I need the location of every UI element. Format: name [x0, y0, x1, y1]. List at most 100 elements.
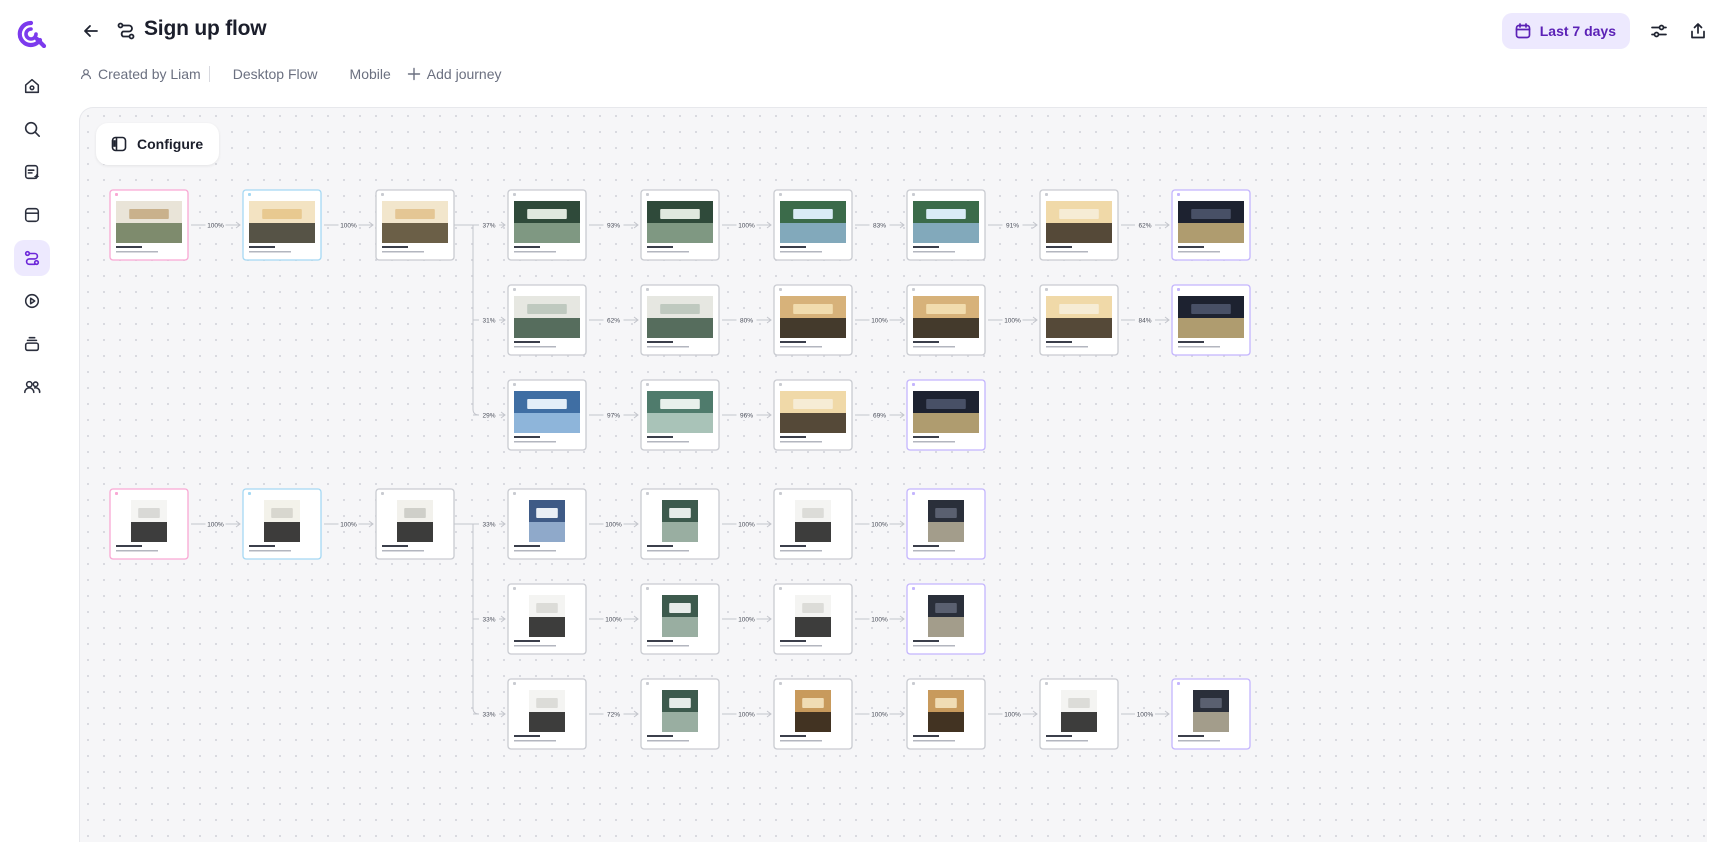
journey-step-desktop-1-2[interactable]	[773, 284, 853, 356]
play-icon	[24, 293, 40, 309]
journey-step-desktop-0-2[interactable]	[773, 189, 853, 261]
sidebar-item-search[interactable]	[14, 111, 50, 147]
screen-thumbnail-card	[138, 508, 160, 518]
category-dot	[115, 193, 118, 196]
screen-thumbnail-card	[536, 603, 558, 613]
screen-thumbnail-ground	[662, 617, 698, 637]
journey-step-mobile-2-2[interactable]	[773, 678, 853, 750]
meta-line	[382, 251, 424, 253]
entry-screen-mobile-1[interactable]	[242, 488, 322, 560]
journey-step-mobile-0-1[interactable]	[640, 488, 720, 560]
journey-step-mobile-0-0[interactable]	[507, 488, 587, 560]
journey-step-desktop-1-5[interactable]	[1171, 284, 1251, 356]
filter-button[interactable]	[1648, 20, 1670, 42]
category-dot	[1177, 288, 1180, 291]
filter-icon	[1651, 24, 1667, 38]
journey-step-desktop-0-3[interactable]	[906, 189, 986, 261]
journey-step-desktop-0-0[interactable]	[507, 189, 587, 261]
journey-step-desktop-2-0[interactable]	[507, 379, 587, 451]
journey-step-mobile-1-2[interactable]	[773, 583, 853, 655]
journey-step-desktop-1-1[interactable]	[640, 284, 720, 356]
caption-line	[249, 246, 275, 248]
meta-line	[116, 251, 158, 253]
conversion-rate-label: 91%	[1006, 223, 1019, 230]
journey-step-mobile-2-5[interactable]	[1171, 678, 1251, 750]
tab-mobile[interactable]: Mobile	[350, 66, 391, 82]
screen-thumbnail-card	[527, 209, 567, 219]
journey-step-desktop-0-5[interactable]	[1171, 189, 1251, 261]
journey-step-mobile-0-2[interactable]	[773, 488, 853, 560]
conversion-rate-label: 97%	[607, 413, 620, 420]
caption-line	[913, 436, 939, 438]
journey-step-desktop-1-3[interactable]	[906, 284, 986, 356]
panel-icon	[111, 136, 127, 152]
plus-icon	[407, 67, 420, 81]
screen-thumbnail-card	[660, 209, 700, 219]
configure-button[interactable]: Configure	[96, 123, 220, 165]
meta-line	[647, 441, 689, 443]
conversion-rate-label: 100%	[871, 318, 888, 325]
sidebar-item-dashboard[interactable]	[14, 197, 50, 233]
category-dot	[779, 492, 782, 495]
tab-desktop-flow[interactable]: Desktop Flow	[233, 66, 318, 82]
journey-step-desktop-2-3[interactable]	[906, 379, 986, 451]
journey-step-desktop-0-1[interactable]	[640, 189, 720, 261]
entry-screen-mobile-2[interactable]	[375, 488, 455, 560]
entry-screen-desktop-0[interactable]	[109, 189, 189, 261]
screen-thumbnail-card	[129, 209, 169, 219]
share-button[interactable]	[1687, 20, 1709, 42]
caption-line	[514, 436, 540, 438]
sidebar-item-journeys[interactable]	[14, 240, 50, 276]
journey-canvas[interactable]: 100% 100% 37% 93% 100% 83% 91% 62% 31% 62% 80% 100%…	[79, 107, 1707, 842]
conversion-rate-label: 100%	[605, 617, 622, 624]
journey-step-mobile-0-3[interactable]	[906, 488, 986, 560]
screen-thumbnail-ground	[1046, 318, 1112, 338]
screen-thumbnail-card	[1059, 304, 1099, 314]
category-dot	[513, 587, 516, 590]
sidebar-item-library[interactable]	[14, 326, 50, 362]
caption-line	[514, 545, 540, 547]
brand-logo-icon[interactable]	[17, 20, 47, 48]
journey-step-mobile-2-4[interactable]	[1039, 678, 1119, 750]
category-dot	[912, 193, 915, 196]
date-range-button[interactable]: Last 7 days	[1501, 13, 1630, 49]
screen-thumbnail-card	[793, 209, 833, 219]
journey-step-desktop-1-4[interactable]	[1039, 284, 1119, 356]
journey-step-mobile-1-3[interactable]	[906, 583, 986, 655]
journey-step-desktop-0-4[interactable]	[1039, 189, 1119, 261]
conversion-rate-label: 100%	[207, 522, 224, 529]
screen-thumbnail-ground	[928, 522, 964, 542]
journey-step-desktop-2-2[interactable]	[773, 379, 853, 451]
journey-step-mobile-2-0[interactable]	[507, 678, 587, 750]
conversion-rate-label: 62%	[1138, 223, 1151, 230]
screen-thumbnail-ground	[1178, 318, 1244, 338]
caption-line	[249, 545, 275, 547]
caption-line	[913, 735, 939, 737]
sidebar-item-replays[interactable]	[14, 283, 50, 319]
entry-screen-desktop-2[interactable]	[375, 189, 455, 261]
screen-thumbnail-card	[793, 304, 833, 314]
category-dot	[646, 383, 649, 386]
add-journey-button[interactable]: Add journey	[407, 66, 502, 82]
journey-step-desktop-2-1[interactable]	[640, 379, 720, 451]
journey-step-desktop-1-0[interactable]	[507, 284, 587, 356]
sidebar-item-users[interactable]	[14, 369, 50, 405]
screen-thumbnail-card	[527, 304, 567, 314]
sidebar-item-home[interactable]	[14, 68, 50, 104]
caption-line	[647, 436, 673, 438]
entry-screen-mobile-0[interactable]	[109, 488, 189, 560]
journey-step-mobile-2-1[interactable]	[640, 678, 720, 750]
entry-screen-desktop-1[interactable]	[242, 189, 322, 261]
meta-line	[647, 251, 689, 253]
back-button[interactable]	[78, 18, 104, 44]
journey-step-mobile-2-3[interactable]	[906, 678, 986, 750]
meta-line	[647, 346, 689, 348]
conversion-rate-label: 33%	[482, 522, 495, 529]
caption-line	[1178, 246, 1204, 248]
category-dot	[912, 383, 915, 386]
caption-line	[514, 735, 540, 737]
screen-thumbnail-ground	[780, 318, 846, 338]
journey-step-mobile-1-0[interactable]	[507, 583, 587, 655]
journey-step-mobile-1-1[interactable]	[640, 583, 720, 655]
sidebar-item-sessions[interactable]	[14, 154, 50, 190]
